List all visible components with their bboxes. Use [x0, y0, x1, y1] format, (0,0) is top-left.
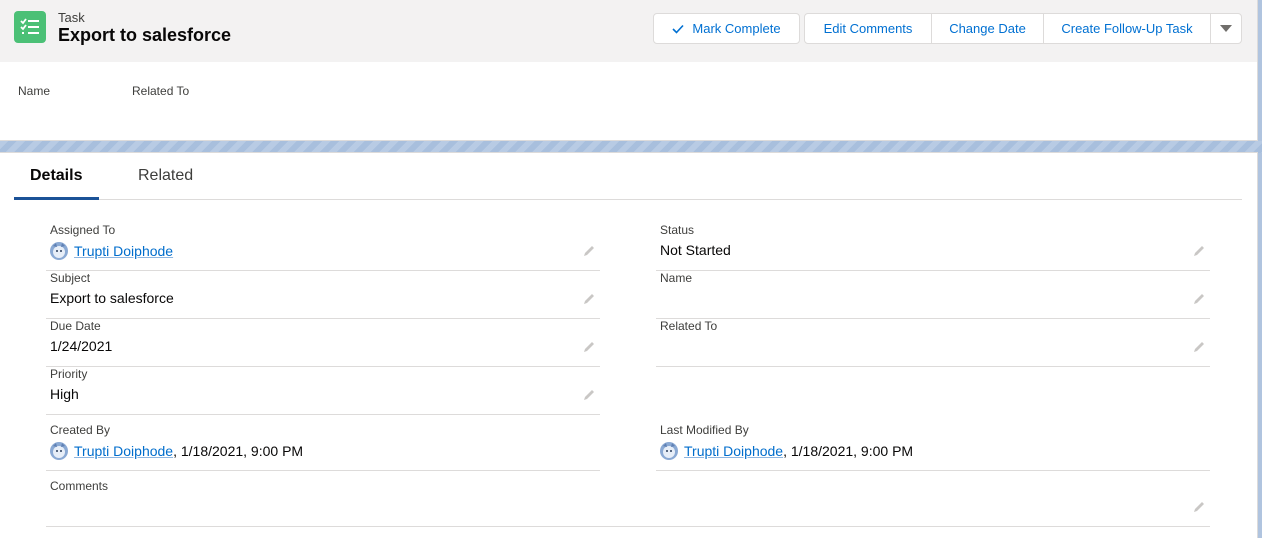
field-label: Priority [50, 367, 88, 381]
field-last-modified-by: Last Modified By Trupti Doiphode , 1/18/… [656, 423, 1210, 471]
edit-pencil-icon[interactable] [1192, 500, 1206, 514]
field-value: 1/24/2021 [50, 338, 113, 354]
active-tab-indicator [14, 197, 99, 200]
field-due-date: Due Date 1/24/2021 [46, 319, 600, 367]
edit-pencil-icon[interactable] [582, 388, 596, 402]
user-avatar-icon [50, 242, 68, 260]
assigned-to-user-link[interactable]: Trupti Doiphode [74, 243, 173, 259]
user-avatar-icon [50, 442, 68, 460]
change-date-button[interactable]: Change Date [931, 13, 1044, 44]
edit-pencil-icon[interactable] [1192, 340, 1206, 354]
field-label: Created By [50, 423, 111, 437]
field-label: Due Date [50, 319, 101, 333]
highlight-related-to-label: Related To [132, 84, 190, 98]
edit-comments-label: Edit Comments [823, 21, 913, 36]
tab-details[interactable]: Details [30, 167, 82, 185]
field-subject: Subject Export to salesforce [46, 271, 600, 319]
field-name: Name [656, 271, 1210, 319]
field-created-by: Created By Trupti Doiphode , 1/18/2021, … [46, 423, 600, 471]
last-modified-timestamp: , 1/18/2021, 9:00 PM [783, 443, 914, 459]
created-by-user-link[interactable]: Trupti Doiphode [74, 443, 173, 459]
field-label: Assigned To [50, 223, 116, 237]
field-value: Export to salesforce [50, 290, 174, 306]
edit-comments-button[interactable]: Edit Comments [804, 13, 932, 44]
field-status: Status Not Started [656, 223, 1210, 271]
field-related-to: Related To [656, 319, 1210, 367]
field-label: Status [660, 223, 695, 237]
task-checklist-icon [14, 11, 46, 43]
edit-pencil-icon[interactable] [1192, 292, 1206, 306]
header-top-bar: Task Export to salesforce Mark Complete … [0, 0, 1257, 62]
created-by-timestamp: , 1/18/2021, 9:00 PM [173, 443, 304, 459]
highlight-name-label: Name [18, 84, 51, 98]
more-actions-button[interactable] [1210, 13, 1242, 44]
field-value: Not Started [660, 242, 731, 258]
field-comments: Comments [46, 479, 1210, 527]
field-assigned-to: Assigned To Trupti Doiphode [46, 223, 600, 271]
edit-pencil-icon[interactable] [582, 292, 596, 306]
field-label: Comments [50, 479, 109, 493]
mark-complete-button[interactable]: Mark Complete [653, 13, 800, 44]
field-value: Trupti Doiphode [50, 242, 173, 260]
field-value: Trupti Doiphode , 1/18/2021, 9:00 PM [660, 442, 913, 460]
create-follow-up-label: Create Follow-Up Task [1061, 21, 1193, 36]
edit-pencil-icon[interactable] [1192, 244, 1206, 258]
detail-card: Details Related Assigned To Trupti Doiph… [0, 152, 1258, 538]
field-value: High [50, 386, 79, 402]
field-label: Related To [660, 319, 718, 333]
page-title: Export to salesforce [58, 25, 232, 45]
user-avatar-icon [660, 442, 678, 460]
record-header: Task Export to salesforce Mark Complete … [0, 0, 1258, 141]
field-label: Subject [50, 271, 91, 285]
field-value: Trupti Doiphode , 1/18/2021, 9:00 PM [50, 442, 303, 460]
tab-bar: Details Related [14, 153, 1242, 200]
field-priority: Priority High [46, 367, 600, 415]
last-modified-by-user-link[interactable]: Trupti Doiphode [684, 443, 783, 459]
create-follow-up-task-button[interactable]: Create Follow-Up Task [1043, 13, 1211, 44]
object-type-label: Task [58, 10, 85, 25]
checkmark-icon [672, 24, 685, 34]
field-label: Name [660, 271, 693, 285]
chevron-down-icon [1220, 21, 1232, 36]
edit-pencil-icon[interactable] [582, 340, 596, 354]
tab-related[interactable]: Related [138, 167, 193, 185]
mark-complete-label: Mark Complete [692, 21, 781, 36]
change-date-label: Change Date [949, 21, 1026, 36]
edit-pencil-icon[interactable] [582, 244, 596, 258]
field-label: Last Modified By [660, 423, 749, 437]
